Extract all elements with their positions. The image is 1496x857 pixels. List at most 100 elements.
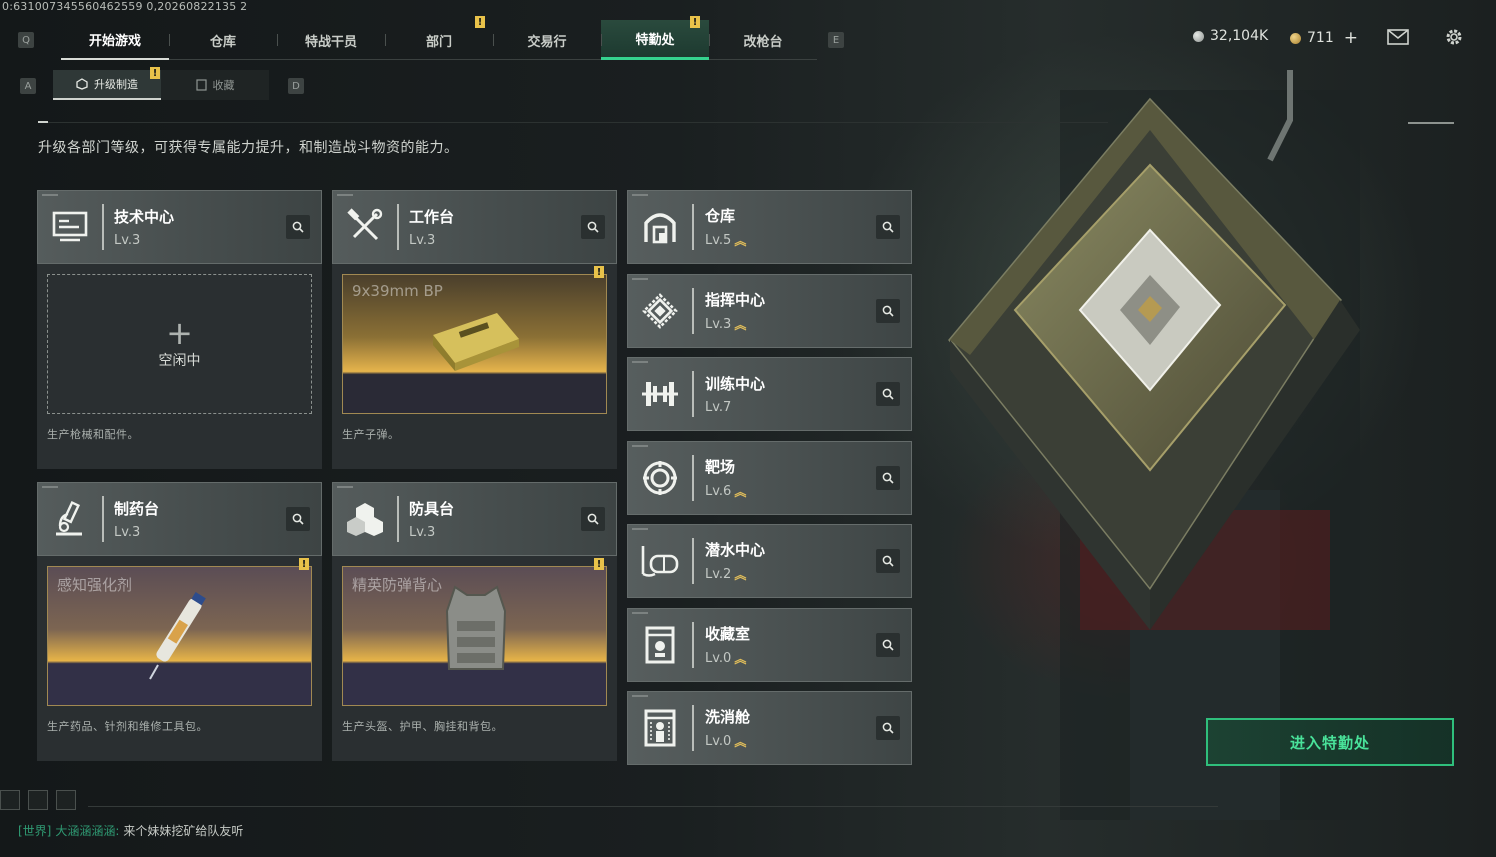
card-title: 制药台 <box>114 500 160 518</box>
settings-gear-icon[interactable] <box>1442 26 1466 48</box>
dept-name: 仓库 <box>705 207 736 225</box>
tab-warehouse[interactable]: 仓库 <box>169 20 277 60</box>
chat-channel: [世界] <box>18 824 52 838</box>
search-icon[interactable] <box>876 382 900 406</box>
microscope-icon <box>38 483 102 555</box>
dept-row-command-center[interactable]: 指挥中心 Lv.3 ︽ <box>627 274 912 348</box>
chat-message[interactable]: [世界] 大涵涵涵涵: 来个妹妹挖矿给队友听 <box>18 822 243 839</box>
notice-badge: ! <box>150 67 160 79</box>
display-case-icon <box>628 609 692 681</box>
tab-operators[interactable]: 特战干员 <box>277 20 385 60</box>
dept-row-training-center[interactable]: 训练中心 Lv.7 <box>627 357 912 431</box>
card-header: 工作台 Lv.3 <box>332 190 617 264</box>
dept-card-tech-center[interactable]: 技术中心 Lv.3 + 空闲中 生产枪械和配件。 <box>37 190 322 469</box>
divider <box>88 806 1218 807</box>
coin-amount: 32,104K <box>1210 28 1269 44</box>
dumbbell-icon <box>628 358 692 430</box>
card-title: 防具台 <box>409 500 455 518</box>
search-icon[interactable] <box>876 716 900 740</box>
chat-tool-button[interactable] <box>0 790 20 810</box>
decon-chamber-icon <box>628 692 692 764</box>
build-id-label: 0:631007345560462559 0,20260822135 2 <box>2 0 248 13</box>
nav-next-key-hint[interactable]: E <box>828 32 844 48</box>
chat-settings-icon[interactable] <box>56 790 76 810</box>
dept-row-diving-center[interactable]: 潜水中心 Lv.2 ︽ <box>627 524 912 598</box>
bond-coin-icon <box>1290 32 1301 44</box>
page-description: 升级各部门等级，可获得专属能力提升，和制造战斗物资的能力。 <box>38 140 459 156</box>
card-title: 工作台 <box>409 208 455 226</box>
search-icon[interactable] <box>876 215 900 239</box>
card-header: 制药台 Lv.3 <box>37 482 322 556</box>
main-tabs: 开始游戏 仓库 特战干员 部门 交易行 特勤处 改枪台 <box>61 20 817 60</box>
sub-tabs: 升级制造 收藏 <box>53 70 269 100</box>
idle-production-slot[interactable]: + 空闲中 <box>47 274 312 414</box>
search-icon[interactable] <box>876 549 900 573</box>
product-name: 9x39mm BP <box>352 282 443 300</box>
subtab-label: 升级制造 <box>94 78 138 91</box>
tab-gunsmith[interactable]: 改枪台 <box>709 20 817 60</box>
dept-name: 潜水中心 <box>705 541 766 559</box>
tech-monitor-icon <box>38 191 102 263</box>
production-item[interactable]: 9x39mm BP <box>342 274 607 414</box>
subnav-prev-key-hint[interactable]: A <box>20 78 36 94</box>
notice-badge: ! <box>594 266 604 278</box>
tab-start-game[interactable]: 开始游戏 <box>61 20 169 60</box>
tools-icon <box>333 191 397 263</box>
ammo-box-image <box>433 313 519 371</box>
dept-level: Lv.5 ︽ <box>705 233 746 248</box>
upgrade-arrow-icon: ︽ <box>734 485 746 499</box>
search-icon[interactable] <box>876 299 900 323</box>
syringe-image <box>149 592 206 680</box>
search-icon[interactable] <box>581 507 605 531</box>
search-icon[interactable] <box>286 215 310 239</box>
chat-sender[interactable]: 大涵涵涵涵: <box>55 822 119 839</box>
subtab-upgrade-craft[interactable]: 升级制造 <box>53 70 161 100</box>
subnav-next-key-hint[interactable]: D <box>288 78 304 94</box>
search-icon[interactable] <box>876 633 900 657</box>
search-icon[interactable] <box>286 507 310 531</box>
product-name: 感知强化剂 <box>57 576 133 594</box>
dept-row-collection-room[interactable]: 收藏室 Lv.0 ︽ <box>627 608 912 682</box>
upgrade-arrow-icon: ︽ <box>734 735 746 749</box>
dept-row-decon-chamber[interactable]: 洗消舱 Lv.0 ︽ <box>627 691 912 765</box>
notice-badge: ! <box>594 558 604 570</box>
dept-card-pharmacy[interactable]: 制药台 Lv.3 感知强化剂 ! 生产药品、针剂和维修工具包。 <box>37 482 322 761</box>
chat-expand-icon[interactable] <box>28 790 48 810</box>
dept-level: Lv.2 ︽ <box>705 567 746 582</box>
dept-row-warehouse[interactable]: 仓库 Lv.5 ︽ <box>627 190 912 264</box>
add-currency-button[interactable]: + <box>1344 28 1358 48</box>
dept-row-shooting-range[interactable]: 靶场 Lv.6 ︽ <box>627 441 912 515</box>
upgrade-arrow-icon: ︽ <box>734 652 746 666</box>
vest-image <box>445 585 507 670</box>
enter-special-ops-button[interactable]: 进入特勤处 <box>1206 718 1454 766</box>
card-body: 9x39mm BP ! 生产子弹。 <box>332 264 617 469</box>
card-level: Lv.3 <box>114 525 141 540</box>
chat-toolbar <box>0 790 76 810</box>
warehouse-icon <box>628 191 692 263</box>
notice-badge: ! <box>475 16 485 28</box>
subtab-collection[interactable]: 收藏 <box>161 70 269 100</box>
chat-text: 来个妹妹挖矿给队友听 <box>123 824 244 838</box>
card-level: Lv.3 <box>409 233 436 248</box>
production-item[interactable]: 感知强化剂 <box>47 566 312 706</box>
craft-icon <box>76 78 88 90</box>
dept-name: 指挥中心 <box>705 291 766 309</box>
coin-balance: 32,104K <box>1193 28 1268 44</box>
command-chip-icon <box>628 275 692 347</box>
notice-badge: ! <box>690 16 700 28</box>
card-title: 技术中心 <box>114 208 175 226</box>
tab-trade[interactable]: 交易行 <box>493 20 601 60</box>
coin-icon <box>1193 30 1204 42</box>
search-icon[interactable] <box>581 215 605 239</box>
nav-prev-key-hint[interactable]: Q <box>18 32 34 48</box>
production-item[interactable]: 精英防弹背心 <box>342 566 607 706</box>
mail-icon[interactable] <box>1386 26 1410 48</box>
dept-card-armor[interactable]: 防具台 Lv.3 精英防弹背心 ! 生产头盔、护甲、胸挂和背包。 <box>332 482 617 761</box>
dept-level: Lv.6 ︽ <box>705 484 746 499</box>
dept-name: 训练中心 <box>705 375 766 393</box>
dept-card-workbench[interactable]: 工作台 Lv.3 9x39mm BP ! 生产子弹。 <box>332 190 617 469</box>
dept-level: Lv.3 ︽ <box>705 317 746 332</box>
card-note: 生产药品、针剂和维修工具包。 <box>47 720 208 733</box>
upgrade-arrow-icon: ︽ <box>734 318 746 332</box>
search-icon[interactable] <box>876 466 900 490</box>
